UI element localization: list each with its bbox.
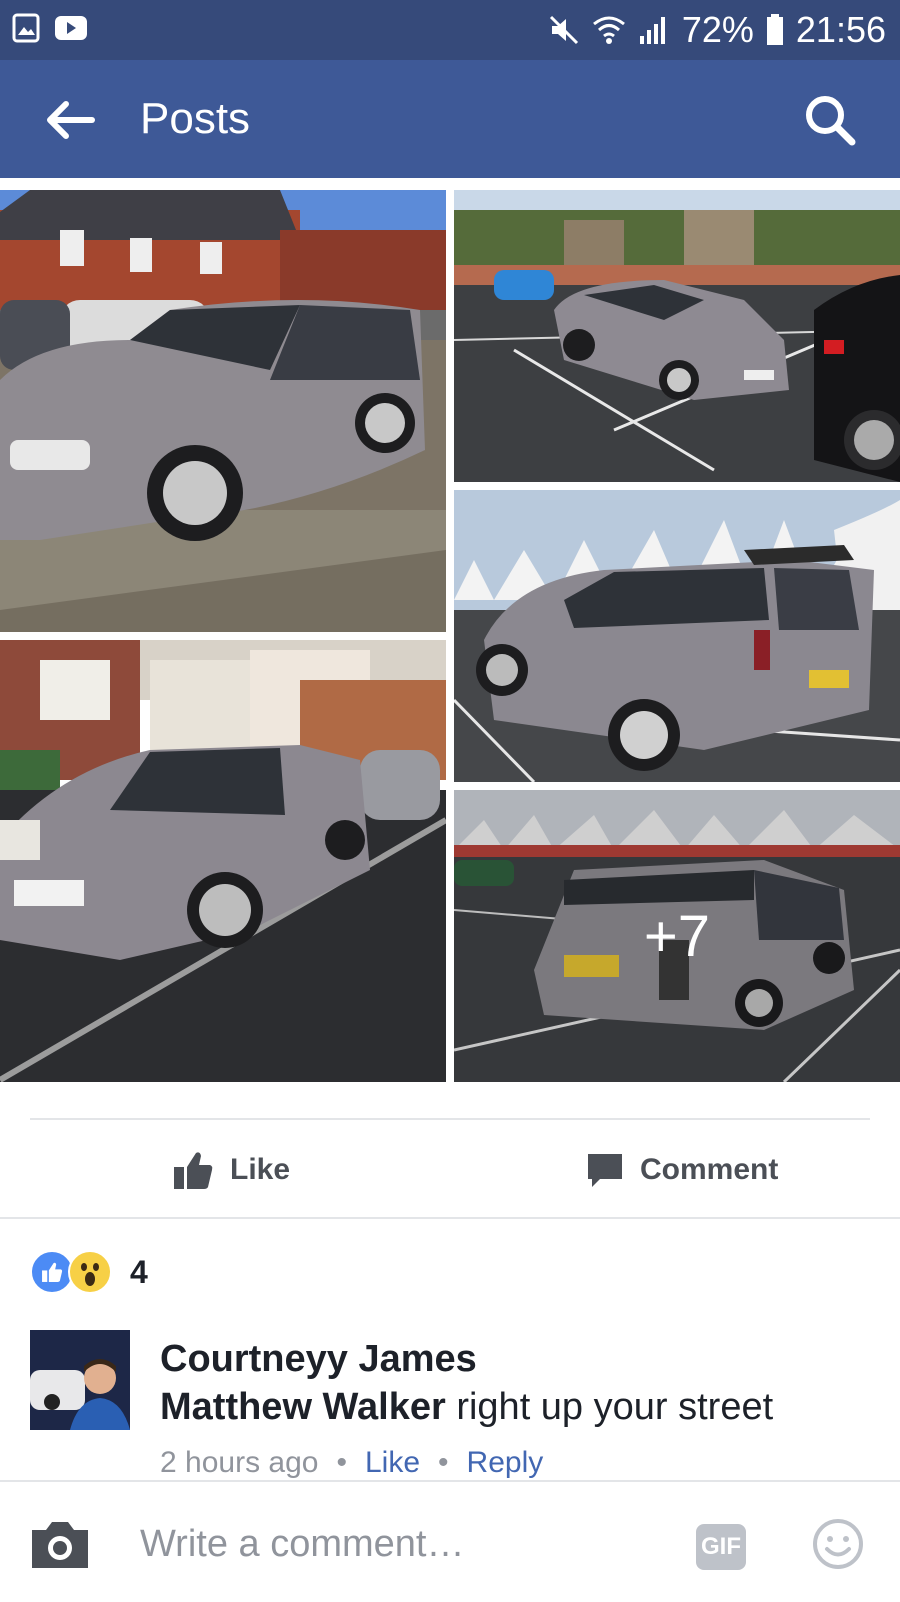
comment-composer: GIF — [0, 1480, 900, 1602]
video-icon — [55, 16, 87, 40]
comment-input[interactable] — [140, 1516, 660, 1572]
status-right: 72% 21:56 — [548, 8, 886, 52]
wow-reaction-icon — [68, 1250, 112, 1294]
wifi-icon — [592, 16, 625, 44]
photo-3[interactable] — [454, 490, 900, 782]
meta-separator: • — [438, 1446, 449, 1479]
comment-meta: 2 hours ago • Like • Reply — [160, 1446, 543, 1480]
gallery-icon — [12, 13, 40, 43]
comment-mention[interactable]: Matthew Walker — [160, 1386, 446, 1428]
photo-5[interactable]: +7 — [454, 790, 900, 1082]
comment-time: 2 hours ago — [160, 1446, 319, 1479]
reaction-count: 4 — [130, 1253, 148, 1290]
like-button[interactable]: Like — [172, 1140, 290, 1200]
mute-icon — [549, 15, 578, 45]
comment-bubble-icon — [588, 1154, 622, 1187]
emoji-icon[interactable] — [812, 1518, 864, 1570]
camera-icon[interactable] — [28, 1520, 92, 1570]
back-arrow-icon[interactable] — [40, 95, 100, 145]
comment-message: right up your street — [445, 1386, 774, 1428]
photo-1[interactable] — [0, 190, 446, 632]
avatar[interactable] — [30, 1330, 130, 1430]
photo-2[interactable] — [454, 190, 900, 482]
status-bar: 72% 21:56 — [0, 0, 900, 60]
thumbs-up-icon — [174, 1152, 213, 1189]
search-icon[interactable] — [802, 92, 858, 148]
divider-bottom — [0, 1217, 900, 1219]
like-label: Like — [230, 1153, 291, 1186]
more-photos-overlay[interactable]: +7 — [454, 790, 900, 1082]
app-bar: Posts — [0, 60, 900, 178]
battery-icon — [766, 14, 783, 45]
divider-top — [30, 1118, 870, 1120]
comment-reply-link[interactable]: Reply — [467, 1446, 544, 1480]
reactions-summary[interactable]: 4 — [30, 1250, 148, 1294]
comment-label: Comment — [640, 1153, 779, 1186]
signal-icon — [639, 17, 665, 44]
gif-button[interactable]: GIF — [696, 1524, 746, 1570]
comment-author[interactable]: Courtneyy James — [160, 1338, 477, 1381]
comment-button[interactable]: Comment — [586, 1140, 778, 1200]
comment-like-link[interactable]: Like — [365, 1446, 420, 1480]
battery-percent: 72% — [681, 9, 754, 50]
photo-4[interactable] — [0, 640, 446, 1082]
clock: 21:56 — [795, 9, 886, 50]
comment-text: Matthew Walker right up your street — [160, 1386, 773, 1429]
page-title: Posts — [140, 94, 251, 143]
meta-separator: • — [336, 1446, 347, 1479]
status-left-icons — [12, 13, 88, 43]
